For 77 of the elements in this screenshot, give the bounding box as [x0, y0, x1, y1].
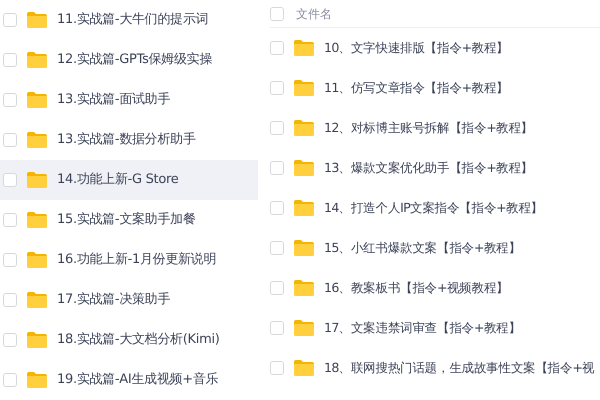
- file-row[interactable]: 10、文字快速排版【指令+教程】: [270, 28, 600, 68]
- folder-icon: [294, 360, 314, 376]
- folder-icon: [27, 332, 47, 348]
- file-row[interactable]: 16、教案板书【指令+视频教程】: [270, 268, 600, 308]
- checkbox[interactable]: [3, 213, 17, 227]
- file-row[interactable]: 11、仿写文章指令【指令+教程】: [270, 68, 600, 108]
- folder-name[interactable]: 13.实战篇-面试助手: [57, 90, 170, 110]
- file-row[interactable]: 19.实战篇-AI生成视频+音乐: [0, 360, 258, 400]
- folder-icon: [27, 12, 47, 28]
- file-row[interactable]: 15.实战篇-文案助手加餐: [0, 200, 258, 240]
- checkbox[interactable]: [270, 121, 284, 135]
- checkbox[interactable]: [270, 161, 284, 175]
- folder-icon: [294, 200, 314, 216]
- folder-name[interactable]: 16、教案板书【指令+视频教程】: [324, 278, 508, 298]
- file-row[interactable]: 16.功能上新-1月份更新说明: [0, 240, 258, 280]
- folder-icon: [27, 92, 47, 108]
- checkbox[interactable]: [3, 93, 17, 107]
- folder-name[interactable]: 13.实战篇-数据分析助手: [57, 130, 196, 150]
- folder-name[interactable]: 14、打造个人IP文案指令【指令+教程】: [324, 198, 543, 218]
- checkbox[interactable]: [270, 321, 284, 335]
- checkbox[interactable]: [270, 81, 284, 95]
- file-row[interactable]: 14、打造个人IP文案指令【指令+教程】: [270, 188, 600, 228]
- file-row[interactable]: 12.实战篇-GPTs保姆级实操: [0, 40, 258, 80]
- folder-icon: [27, 372, 47, 388]
- checkbox[interactable]: [270, 241, 284, 255]
- folder-icon: [27, 132, 47, 148]
- folder-name[interactable]: 18、联网搜热门话题，生成故事性文案【指令+视: [324, 358, 594, 378]
- folder-name[interactable]: 11.实战篇-大牛们的提示词: [57, 10, 208, 30]
- file-row[interactable]: 18.实战篇-大文档分析(Kimi): [0, 320, 258, 360]
- file-row[interactable]: 17、文案违禁词审查【指令+教程】: [270, 308, 600, 348]
- folder-icon: [294, 40, 314, 56]
- file-row[interactable]: 14.功能上新-G Store: [0, 160, 258, 200]
- folder-name[interactable]: 19.实战篇-AI生成视频+音乐: [57, 370, 218, 390]
- checkbox[interactable]: [3, 373, 17, 387]
- folder-icon: [294, 240, 314, 256]
- folder-name[interactable]: 17、文案违禁词审查【指令+教程】: [324, 318, 521, 338]
- folder-name[interactable]: 14.功能上新-G Store: [57, 170, 178, 190]
- file-row[interactable]: 11.实战篇-大牛们的提示词: [0, 0, 258, 40]
- file-row[interactable]: 12、对标博主账号拆解【指令+教程】: [270, 108, 600, 148]
- checkbox[interactable]: [3, 173, 17, 187]
- checkbox[interactable]: [270, 6, 284, 20]
- folder-name[interactable]: 18.实战篇-大文档分析(Kimi): [57, 330, 220, 350]
- folder-icon: [294, 80, 314, 96]
- checkbox[interactable]: [3, 253, 17, 267]
- checkbox[interactable]: [3, 13, 17, 27]
- folder-name[interactable]: 12、对标博主账号拆解【指令+教程】: [324, 118, 533, 138]
- folder-name[interactable]: 10、文字快速排版【指令+教程】: [324, 38, 508, 58]
- folder-icon: [294, 120, 314, 136]
- file-row[interactable]: 15、小红书爆款文案【指令+教程】: [270, 228, 600, 268]
- folder-icon: [27, 252, 47, 268]
- folder-name[interactable]: 17.实战篇-决策助手: [57, 290, 170, 310]
- folder-icon: [294, 160, 314, 176]
- file-row[interactable]: 13.实战篇-数据分析助手: [0, 120, 258, 160]
- folder-name[interactable]: 15.实战篇-文案助手加餐: [57, 210, 196, 230]
- file-row[interactable]: 17.实战篇-决策助手: [0, 280, 258, 320]
- folder-icon: [27, 172, 47, 188]
- checkbox[interactable]: [270, 41, 284, 55]
- folder-name[interactable]: 12.实战篇-GPTs保姆级实操: [57, 50, 212, 70]
- checkbox[interactable]: [3, 53, 17, 67]
- file-row[interactable]: 18、联网搜热门话题，生成故事性文案【指令+视: [270, 348, 600, 388]
- folder-name[interactable]: 11、仿写文章指令【指令+教程】: [324, 78, 508, 98]
- folder-icon: [294, 280, 314, 296]
- file-row[interactable]: 13、爆款文案优化助手【指令+教程】: [270, 148, 600, 188]
- checkbox[interactable]: [3, 293, 17, 307]
- folder-icon: [294, 320, 314, 336]
- folder-name[interactable]: 16.功能上新-1月份更新说明: [57, 250, 216, 270]
- checkbox[interactable]: [270, 201, 284, 215]
- checkbox[interactable]: [270, 281, 284, 295]
- checkbox[interactable]: [3, 133, 17, 147]
- checkbox[interactable]: [270, 361, 284, 375]
- checkbox[interactable]: [3, 333, 17, 347]
- folder-name[interactable]: 13、爆款文案优化助手【指令+教程】: [324, 158, 533, 178]
- folder-icon: [27, 52, 47, 68]
- file-row[interactable]: 13.实战篇-面试助手: [0, 80, 258, 120]
- folder-icon: [27, 212, 47, 228]
- folder-name[interactable]: 15、小红书爆款文案【指令+教程】: [324, 238, 521, 258]
- folder-icon: [27, 292, 47, 308]
